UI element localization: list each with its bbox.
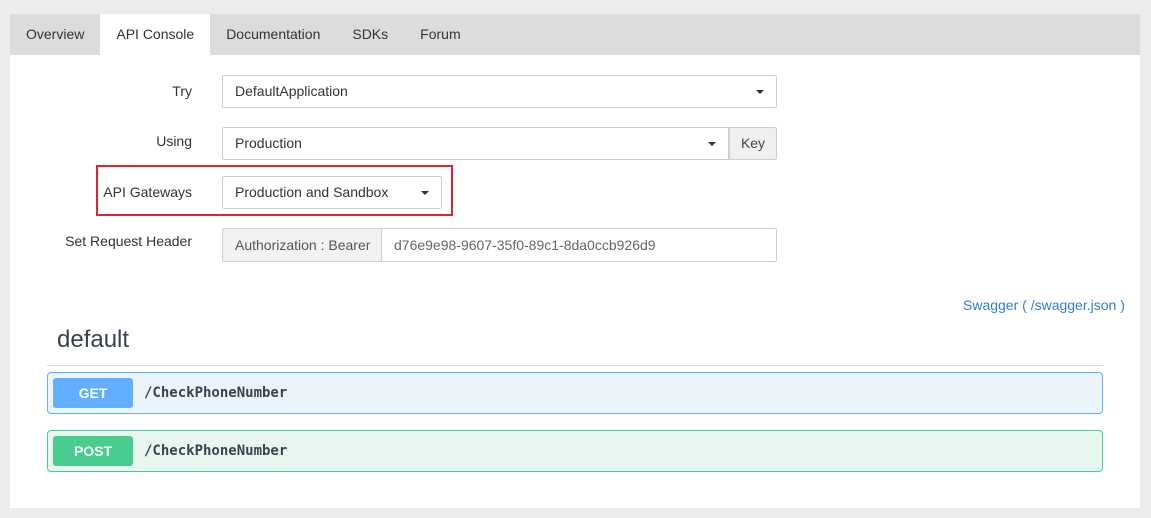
tab-sdks[interactable]: SDKs: [336, 14, 404, 55]
set-request-header-label: Set Request Header: [65, 233, 192, 249]
api-gateways-select[interactable]: Production and Sandbox: [222, 176, 442, 209]
environment-select-value: Production: [235, 135, 302, 151]
operation-post-checkphonenumber[interactable]: POST /CheckPhoneNumber: [47, 430, 1103, 472]
chevron-down-icon: [708, 142, 716, 146]
tab-forum[interactable]: Forum: [404, 14, 476, 55]
tab-overview[interactable]: Overview: [10, 14, 100, 55]
tab-documentation[interactable]: Documentation: [210, 14, 336, 55]
api-gateways-label: API Gateways: [103, 184, 192, 200]
key-button[interactable]: Key: [729, 127, 777, 160]
section-divider: [47, 365, 1103, 366]
authorization-prefix: Authorization : Bearer: [222, 228, 382, 262]
operation-path: /CheckPhoneNumber: [144, 385, 288, 401]
swagger-json-link[interactable]: Swagger ( /swagger.json ): [963, 297, 1125, 313]
bearer-token-input[interactable]: d76e9e98-9607-35f0-89c1-8da0ccb926d9: [382, 228, 777, 262]
method-badge-post: POST: [53, 436, 133, 466]
operation-get-checkphonenumber[interactable]: GET /CheckPhoneNumber: [47, 372, 1103, 414]
tab-bar: Overview API Console Documentation SDKs …: [10, 14, 1140, 55]
chevron-down-icon: [421, 191, 429, 195]
try-label: Try: [172, 83, 192, 99]
environment-select[interactable]: Production: [222, 127, 729, 160]
operation-path: /CheckPhoneNumber: [144, 443, 288, 459]
application-select-value: DefaultApplication: [235, 83, 348, 99]
api-console-panel: Overview API Console Documentation SDKs …: [10, 14, 1140, 508]
method-badge-get: GET: [53, 378, 133, 408]
application-select[interactable]: DefaultApplication: [222, 75, 777, 108]
chevron-down-icon: [756, 90, 764, 94]
using-label: Using: [156, 133, 192, 149]
section-title[interactable]: default: [57, 326, 129, 354]
api-gateways-select-value: Production and Sandbox: [235, 184, 389, 200]
tab-api-console[interactable]: API Console: [100, 14, 211, 55]
